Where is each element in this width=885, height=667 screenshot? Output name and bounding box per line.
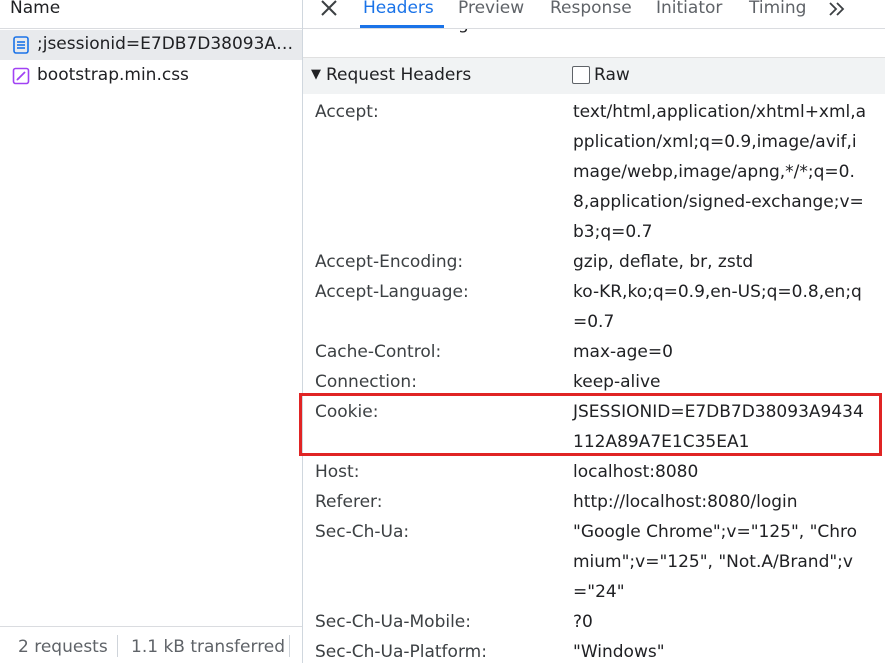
- expand-triangle-icon[interactable]: ▼: [311, 67, 321, 82]
- close-icon[interactable]: [317, 0, 341, 20]
- status-bar: 2 requests 1.1 kB transferred: [0, 626, 302, 664]
- header-value: keep-alive: [573, 372, 661, 392]
- tab-preview[interactable]: Preview: [458, 0, 524, 18]
- request-row-stylesheet[interactable]: bootstrap.min.css: [0, 61, 302, 91]
- more-tabs-icon[interactable]: [825, 0, 849, 22]
- request-list-panel: Name ;jsessionid=E7DB7D38093A94341112A89…: [0, 0, 303, 664]
- tab-timing[interactable]: Timing: [749, 0, 806, 18]
- tab-headers[interactable]: Headers: [363, 0, 434, 18]
- status-divider: [289, 635, 290, 657]
- section-title: Request Headers: [326, 65, 472, 85]
- detail-tab-bar: Headers Preview Response Initiator Timin…: [303, 0, 885, 29]
- header-value: text/html,application/xhtml+xml,applicat…: [573, 102, 867, 242]
- header-value: ko-KR,ko;q=0.9,en-US;q=0.8,en;q=0.7: [573, 282, 862, 332]
- request-row-document[interactable]: ;jsessionid=E7DB7D38093A94341112A89A7E1C…: [0, 30, 302, 60]
- header-value: localhost:8080: [573, 462, 699, 482]
- document-icon: [13, 36, 29, 54]
- request-detail-panel: Headers Preview Response Initiator Timin…: [299, 0, 885, 663]
- header-value: "Google Chrome";v="125", "Chromium";v="1…: [573, 522, 858, 602]
- header-key: Accept-Language:: [315, 282, 469, 302]
- request-name: ;jsessionid=E7DB7D38093A94341112A89A7E1C…: [37, 34, 297, 54]
- request-headers-section-header[interactable]: ▼ Request Headers Raw: [303, 57, 885, 94]
- name-column-label: Name: [10, 0, 61, 18]
- header-value: gzip, deflate, br, zstd: [573, 252, 754, 272]
- raw-checkbox[interactable]: [572, 66, 590, 84]
- header-key: Cookie:: [315, 402, 379, 422]
- tab-response[interactable]: Response: [550, 0, 632, 18]
- header-key: Accept-Encoding:: [315, 252, 464, 272]
- header-key: Accept:: [315, 102, 379, 122]
- request-name: bootstrap.min.css: [37, 65, 189, 85]
- header-key: Sec-Ch-Ua-Mobile:: [315, 612, 471, 632]
- header-value: max-age=0: [573, 342, 673, 362]
- transferred-size: 1.1 kB transferred: [131, 637, 286, 657]
- header-key: Host:: [315, 462, 360, 482]
- header-value: JSESSIONID=E7DB7D38093A9434112A89A7E1C35…: [573, 402, 864, 452]
- request-count: 2 requests: [18, 637, 108, 657]
- stylesheet-icon: [12, 67, 30, 85]
- status-divider: [117, 635, 118, 657]
- header-key: Sec-Ch-Ua:: [315, 522, 410, 542]
- header-value: ?0: [573, 612, 593, 632]
- tab-initiator[interactable]: Initiator: [656, 0, 722, 18]
- name-column-header[interactable]: Name: [0, 0, 302, 29]
- header-key: Cache-Control:: [315, 342, 442, 362]
- active-tab-indicator: [360, 25, 444, 28]
- header-row-clipped: Transfer-Encoding: chunked: [303, 28, 885, 54]
- header-key: Referer:: [315, 492, 383, 512]
- header-key: Connection:: [315, 372, 417, 392]
- raw-label: Raw: [594, 65, 630, 85]
- header-value: http://localhost:8080/login: [573, 492, 798, 512]
